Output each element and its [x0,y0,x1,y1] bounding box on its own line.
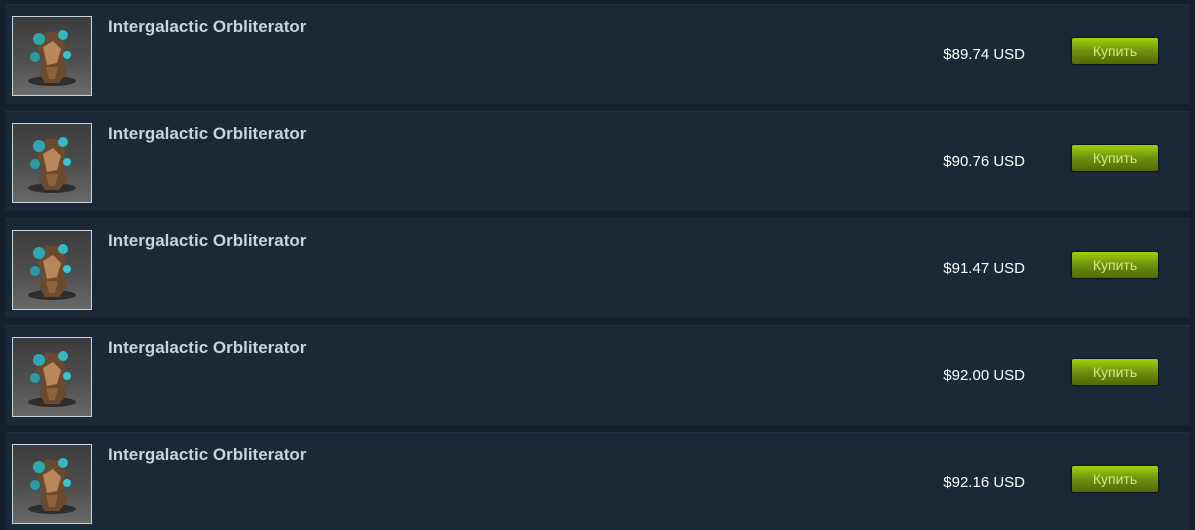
dota-item-thumbnail-icon [28,351,76,407]
item-thumbnail-icon[interactable] [12,230,92,310]
item-name[interactable]: Intergalactic Orbliterator [108,231,306,251]
listing-row: Intergalactic Orbliterator $90.76 USD Ку… [5,111,1190,211]
buy-button[interactable]: Купить [1072,252,1158,278]
listing-row: Intergalactic Orbliterator $92.16 USD Ку… [5,432,1190,530]
listing-row: Intergalactic Orbliterator $92.00 USD Ку… [5,325,1190,425]
buy-button[interactable]: Купить [1072,359,1158,385]
listing-row: Intergalactic Orbliterator $91.47 USD Ку… [5,218,1190,318]
dota-item-thumbnail-icon [28,244,76,300]
listing-price: $90.76 USD [943,153,1025,170]
dota-item-thumbnail-icon [28,458,76,514]
item-thumbnail-icon[interactable] [12,16,92,96]
listing-price: $91.47 USD [943,260,1025,277]
item-thumbnail-icon[interactable] [12,444,92,524]
listing-price: $89.74 USD [943,46,1025,63]
listing-row: Intergalactic Orbliterator $89.74 USD Ку… [5,4,1190,104]
market-listings: Intergalactic Orbliterator $89.74 USD Ку… [0,0,1195,530]
listing-price: $92.16 USD [943,474,1025,491]
buy-button[interactable]: Купить [1072,38,1158,64]
item-name[interactable]: Intergalactic Orbliterator [108,124,306,144]
dota-item-thumbnail-icon [28,30,76,86]
item-name[interactable]: Intergalactic Orbliterator [108,445,306,465]
listing-price: $92.00 USD [943,367,1025,384]
dota-item-thumbnail-icon [28,137,76,193]
item-thumbnail-icon[interactable] [12,337,92,417]
buy-button[interactable]: Купить [1072,466,1158,492]
item-thumbnail-icon[interactable] [12,123,92,203]
item-name[interactable]: Intergalactic Orbliterator [108,17,306,37]
buy-button[interactable]: Купить [1072,145,1158,171]
item-name[interactable]: Intergalactic Orbliterator [108,338,306,358]
